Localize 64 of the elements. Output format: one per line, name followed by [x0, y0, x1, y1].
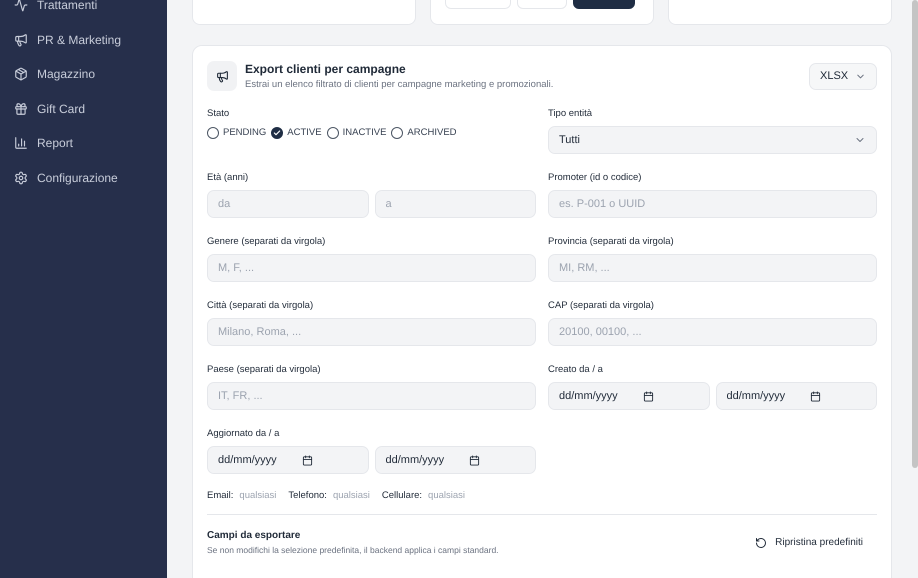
- status-option[interactable]: PENDING: [207, 126, 266, 138]
- sidebar-item[interactable]: Report: [0, 126, 167, 160]
- nav-icon: [14, 32, 28, 47]
- checkbox-icon[interactable]: [207, 126, 219, 138]
- card-subtitle: Estrai un elenco filtrato di clienti per campagne marketing e promozionali.: [245, 79, 554, 90]
- entity-select[interactable]: Tutti: [548, 126, 877, 154]
- calendar-icon: [642, 390, 654, 402]
- option-label: PENDING: [223, 127, 266, 138]
- field-label: Provincia (separati da virgola): [548, 235, 675, 248]
- option-label: INACTIVE: [342, 127, 386, 138]
- field-label: Tipo entità: [548, 107, 594, 120]
- input-field[interactable]: Milano, Roma, ...: [207, 318, 536, 346]
- sidebar-item[interactable]: Magazzino: [0, 57, 167, 92]
- input-field[interactable]: IT, FR, ...: [207, 382, 536, 410]
- nav-icon: [14, 102, 28, 116]
- status-option[interactable]: ACTIVE: [271, 126, 322, 138]
- input-field[interactable]: M, F, ...: [207, 254, 536, 282]
- card-title: Export clienti per campagne: [245, 62, 407, 76]
- status-option[interactable]: ARCHIVED: [391, 126, 457, 138]
- checkbox-icon[interactable]: [391, 126, 404, 138]
- date-field[interactable]: dd/mm/yyyy: [716, 382, 877, 410]
- reset-button[interactable]: Ripristina predefiniti: [755, 536, 877, 548]
- sidebar-item[interactable]: PR & Marketing: [0, 22, 167, 57]
- calendar-icon: [302, 454, 313, 466]
- contact-label: Email:: [207, 490, 234, 501]
- input-field[interactable]: MI, RM, ...: [548, 254, 877, 282]
- reset-icon: [755, 536, 768, 548]
- megaphone-icon: [207, 61, 237, 91]
- checkbox-icon[interactable]: [326, 126, 339, 138]
- status-option[interactable]: INACTIVE: [326, 126, 386, 138]
- field-label: Promoter (id o codice): [548, 171, 642, 184]
- date-field[interactable]: dd/mm/yyyy: [207, 446, 368, 474]
- date-field[interactable]: dd/mm/yyyy: [548, 382, 710, 410]
- contact-label: Telefono:: [288, 490, 327, 501]
- scrollbar[interactable]: [912, 0, 918, 468]
- input-field[interactable]: a: [374, 190, 536, 218]
- nav-icon: [14, 0, 28, 12]
- format-select[interactable]: XLSX: [809, 62, 877, 90]
- date-field[interactable]: dd/mm/yyyy: [374, 446, 536, 474]
- field-label: Genere (separati da virgola): [207, 235, 326, 248]
- nav-icon: [14, 170, 28, 185]
- field-label: Città (separati da virgola): [207, 299, 314, 312]
- field-label: Creato da / a: [548, 363, 604, 376]
- field-label: Età (anni): [207, 171, 250, 184]
- field-label: CAP (separati da virgola): [548, 299, 655, 312]
- section-subtitle: Se non modifichi la selezione predefinita, il backend applica i campi standard.: [207, 545, 499, 555]
- option-label: ARCHIVED: [407, 127, 457, 138]
- field-label: Paese (separati da virgola): [207, 363, 322, 376]
- input-field[interactable]: 20100, 00100, ...: [548, 318, 877, 346]
- sidebar-item[interactable]: Gift Card: [0, 92, 167, 126]
- contact-label: Cellulare:: [382, 490, 422, 501]
- input-field[interactable]: da: [207, 190, 368, 218]
- sidebar-item[interactable]: Trattamenti: [0, 0, 167, 22]
- section-title: Campi da esportare: [207, 530, 302, 541]
- option-label: ACTIVE: [287, 127, 322, 138]
- field-label: Aggiornato da / a: [207, 427, 280, 440]
- field-label: Stato: [207, 107, 230, 120]
- checkbox-icon[interactable]: [271, 126, 284, 138]
- calendar-icon: [469, 454, 480, 466]
- nav-icon: [14, 136, 28, 150]
- calendar-icon: [810, 390, 822, 402]
- nav-icon: [14, 67, 28, 82]
- sidebar-item[interactable]: Configurazione: [0, 160, 167, 195]
- input-field[interactable]: es. P-001 o UUID: [548, 190, 877, 218]
